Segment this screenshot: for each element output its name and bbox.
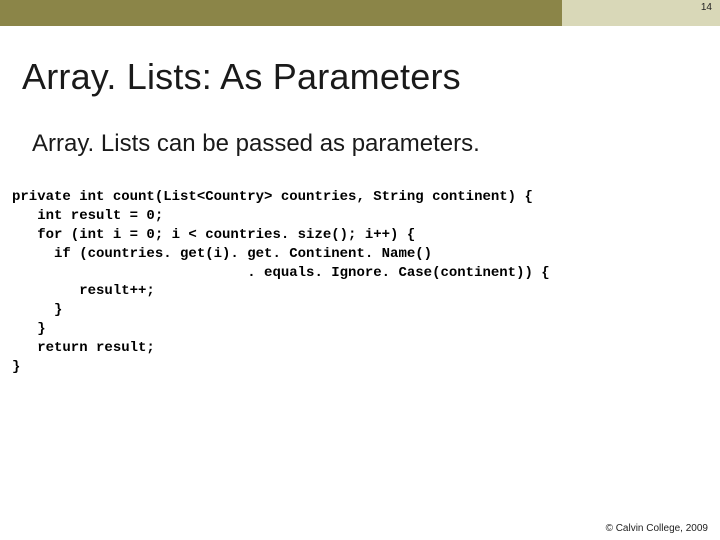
code-block: private int count(List<Country> countrie…	[12, 188, 698, 377]
slide-title: Array. Lists: As Parameters	[22, 56, 698, 98]
header-bar-light: 14	[562, 0, 720, 26]
slide-content: Array. Lists: As Parameters Array. Lists…	[0, 26, 720, 377]
slide-subtitle: Array. Lists can be passed as parameters…	[32, 130, 698, 158]
footer-copyright: © Calvin College, 2009	[606, 523, 708, 534]
header-bar: 14	[0, 0, 720, 26]
header-bar-dark	[0, 0, 562, 26]
page-number: 14	[701, 2, 712, 13]
